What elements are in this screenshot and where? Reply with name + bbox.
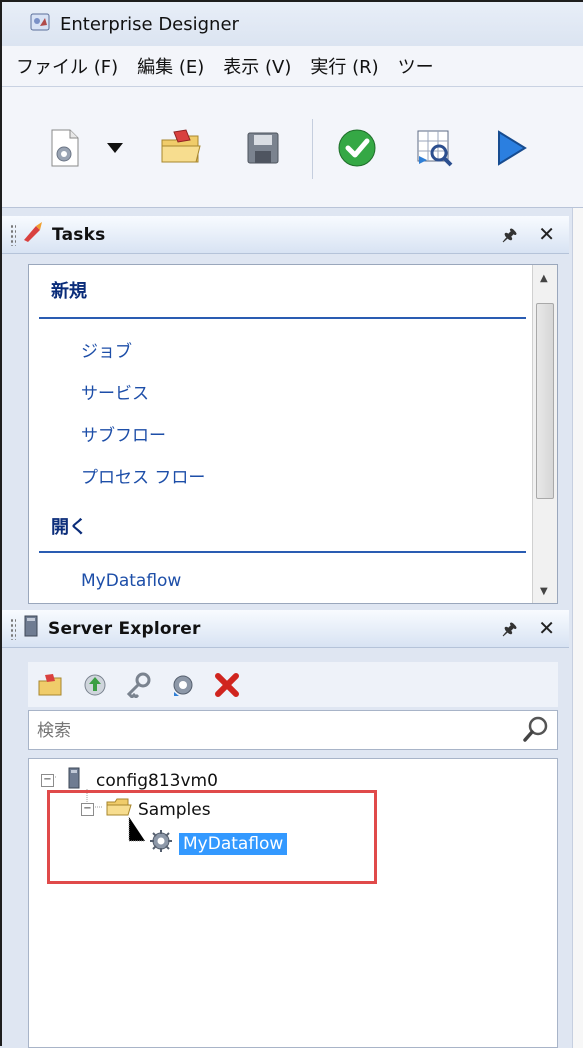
app-icon xyxy=(30,13,50,36)
save-disk-icon[interactable] xyxy=(242,127,284,169)
section-divider xyxy=(39,551,526,553)
close-icon[interactable]: ✕ xyxy=(538,616,555,640)
task-link-subflow[interactable]: サブフロー xyxy=(81,421,166,446)
menu-bar: ファイル (F) 編集 (E) 表示 (V) 実行 (R) ツー xyxy=(2,46,583,87)
tasks-title: Tasks xyxy=(52,224,106,245)
tree-label-server: config813vm0 xyxy=(96,770,218,791)
task-link-service[interactable]: サービス xyxy=(81,379,149,404)
pin-icon[interactable]: 🖈 xyxy=(502,224,517,251)
tasks-scrollbar[interactable]: ▲ ▼ xyxy=(532,265,557,603)
upload-icon[interactable] xyxy=(80,670,110,700)
section-new-title: 新規 xyxy=(51,281,87,302)
task-link-mydataflow[interactable]: MyDataflow xyxy=(81,571,181,591)
app-title: Enterprise Designer xyxy=(60,13,239,35)
menu-file[interactable]: ファイル (F) xyxy=(16,53,118,79)
server-explorer-header: Server Explorer 🖈 ✕ xyxy=(2,610,569,648)
tasks-icon xyxy=(22,222,44,247)
server-explorer-title: Server Explorer xyxy=(48,618,201,639)
section-open-title: 開く xyxy=(51,517,87,538)
scroll-down-icon[interactable]: ▼ xyxy=(540,586,548,597)
scroll-up-icon[interactable]: ▲ xyxy=(540,273,548,284)
server-icon xyxy=(22,615,40,642)
tasks-pane-header: Tasks 🖈 ✕ xyxy=(2,216,569,254)
section-divider xyxy=(39,317,526,319)
search-input[interactable] xyxy=(35,717,509,745)
task-link-process-flow[interactable]: プロセス フロー xyxy=(81,463,205,488)
search-icon[interactable] xyxy=(523,716,549,748)
menu-run[interactable]: 実行 (R) xyxy=(310,53,378,79)
tasks-panel: 新規 ジョブ サービス サブフロー プロセス フロー 開く MyDataflow… xyxy=(28,264,558,604)
drag-grip[interactable] xyxy=(10,617,16,640)
inspect-grid-icon[interactable] xyxy=(414,127,456,169)
key-icon[interactable] xyxy=(124,670,154,700)
highlight-box xyxy=(47,790,377,884)
validate-check-icon[interactable] xyxy=(336,127,378,169)
open-icon[interactable] xyxy=(36,670,66,700)
run-play-icon[interactable] xyxy=(490,127,532,169)
settings-icon[interactable] xyxy=(168,670,198,700)
search-box xyxy=(28,710,558,750)
dropdown-arrow-icon[interactable] xyxy=(100,127,130,169)
delete-icon[interactable] xyxy=(212,670,242,700)
title-bar: Enterprise Designer xyxy=(2,2,583,46)
toolbar-separator xyxy=(312,119,313,179)
open-folder-icon[interactable] xyxy=(154,127,208,169)
new-document-icon[interactable] xyxy=(44,127,86,169)
server-explorer-toolbar xyxy=(28,662,558,707)
close-icon[interactable]: ✕ xyxy=(538,222,555,246)
editor-area-edge xyxy=(572,208,583,1048)
menu-tools[interactable]: ツー xyxy=(398,53,434,79)
toolbar xyxy=(2,87,583,208)
pin-icon[interactable]: 🖈 xyxy=(502,618,517,645)
menu-edit[interactable]: 編集 (E) xyxy=(137,53,204,79)
task-link-job[interactable]: ジョブ xyxy=(81,337,132,362)
collapse-icon[interactable]: − xyxy=(41,774,54,787)
drag-grip[interactable] xyxy=(10,223,16,246)
window-frame: Enterprise Designer ファイル (F) 編集 (E) 表示 (… xyxy=(0,0,583,1048)
menu-view[interactable]: 表示 (V) xyxy=(223,53,291,79)
scroll-thumb[interactable] xyxy=(536,303,554,499)
